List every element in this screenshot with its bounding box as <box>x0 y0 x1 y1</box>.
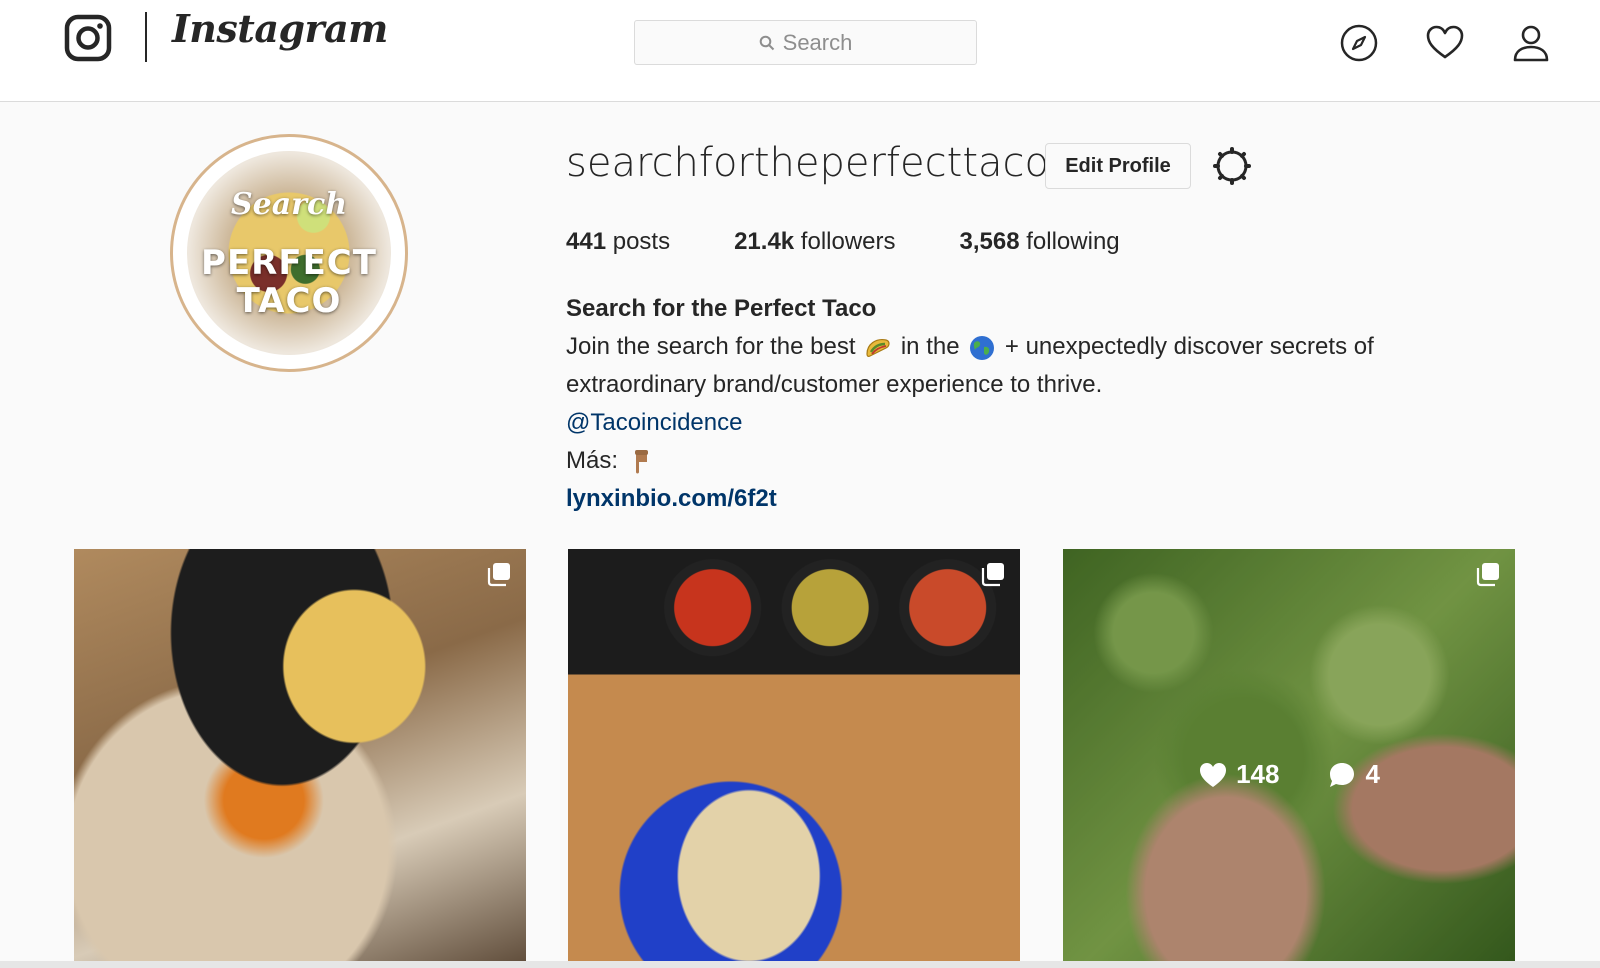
edit-profile-button[interactable]: Edit Profile <box>1045 143 1191 189</box>
post-engagement-stats: 148 4 <box>1063 759 1515 790</box>
taco-emoji-icon <box>866 338 890 357</box>
bio-mas-line: Más: <box>566 442 1466 480</box>
activity-heart-icon[interactable] <box>1424 22 1466 64</box>
followers-label: followers <box>794 228 896 255</box>
globe-emoji-icon <box>970 335 995 360</box>
following-label: following <box>1019 228 1120 255</box>
search-icon <box>759 35 774 50</box>
bio-line-2: extraordinary brand/customer experience … <box>566 371 1103 398</box>
instagram-wordmark[interactable]: Instagram <box>172 6 388 51</box>
instagram-glyph-icon[interactable] <box>64 14 112 62</box>
bio-line1-part-c: + unexpectedly discover secrets of <box>998 333 1374 360</box>
profile-person-icon[interactable] <box>1510 22 1552 64</box>
post-likes-count: 148 <box>1236 759 1280 789</box>
profile-avatar[interactable]: Search PERFECT TACO <box>170 134 408 372</box>
following-stat[interactable]: 3,568 following <box>960 228 1120 256</box>
post-tile-1[interactable] <box>74 549 526 968</box>
logo-divider <box>145 12 147 62</box>
comment-bubble-icon <box>1330 762 1355 787</box>
search-input[interactable]: Search <box>634 20 977 65</box>
carousel-multiple-icon <box>981 563 1004 587</box>
avatar-logo-text-line1: Search <box>230 187 348 222</box>
bio-line-1: Join the search for the best in the + un… <box>566 328 1466 366</box>
profile-stats: 441 posts 21.4k followers 3,568 followin… <box>566 228 1120 256</box>
bio-line1-part-a: Join the search for the best <box>566 333 863 360</box>
post-comments: 4 <box>1327 759 1380 790</box>
carousel-multiple-icon <box>487 563 510 587</box>
avatar-logo-text-line2: PERFECT <box>201 243 377 283</box>
post-tile-2[interactable] <box>568 549 1020 968</box>
profile-username: searchfortheperfecttaco <box>566 140 1049 186</box>
post-comments-count: 4 <box>1365 759 1380 789</box>
bottom-scroll-edge <box>0 961 1600 968</box>
posts-label: posts <box>606 228 671 255</box>
avatar-logo-text-line3: TACO <box>236 281 342 321</box>
carousel-multiple-icon <box>1476 563 1499 587</box>
top-navigation-bar: Instagram Search <box>0 0 1600 102</box>
bio-website-link[interactable]: lynxinbio.com/6f2t <box>566 480 1466 518</box>
post-likes: 148 <box>1198 759 1279 790</box>
settings-gear-icon[interactable] <box>1212 146 1252 186</box>
followers-stat[interactable]: 21.4k followers <box>734 228 895 256</box>
bio-full-name: Search for the Perfect Taco <box>566 295 877 322</box>
profile-bio: Search for the Perfect Taco Join the sea… <box>566 290 1466 518</box>
following-count: 3,568 <box>959 228 1020 255</box>
posts-count: 441 <box>566 228 607 255</box>
posts-stat: 441 posts <box>566 228 670 256</box>
explore-compass-icon[interactable] <box>1338 22 1380 64</box>
bio-mas-label: Más: <box>566 447 625 474</box>
pointing-down-emoji-icon <box>634 449 648 474</box>
followers-count: 21.4k <box>734 228 795 255</box>
bio-mention-link[interactable]: @Tacoincidence <box>566 404 1466 442</box>
bio-line1-part-b: in the <box>894 333 967 360</box>
heart-filled-icon <box>1200 762 1227 787</box>
post-tile-3[interactable]: 148 4 <box>1063 549 1515 968</box>
search-placeholder: Search <box>782 29 853 55</box>
